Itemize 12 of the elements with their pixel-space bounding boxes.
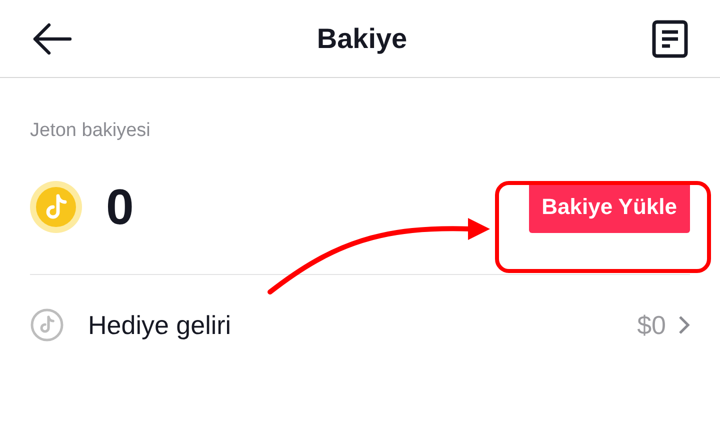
coin-balance: 0: [106, 178, 134, 236]
chevron-right-icon: [678, 315, 690, 335]
balance-label: Jeton bakiyesi: [30, 120, 152, 142]
gift-income-value: $0: [637, 310, 666, 340]
page-title: Bakiye: [316, 22, 408, 54]
back-icon: [32, 22, 72, 56]
coin-icon: [30, 308, 64, 342]
coin-icon: [30, 181, 82, 233]
back-button[interactable]: [32, 22, 72, 56]
gift-income-label: Hediye geliri: [88, 310, 232, 340]
history-button[interactable]: [652, 20, 688, 58]
document-icon: [652, 20, 688, 58]
